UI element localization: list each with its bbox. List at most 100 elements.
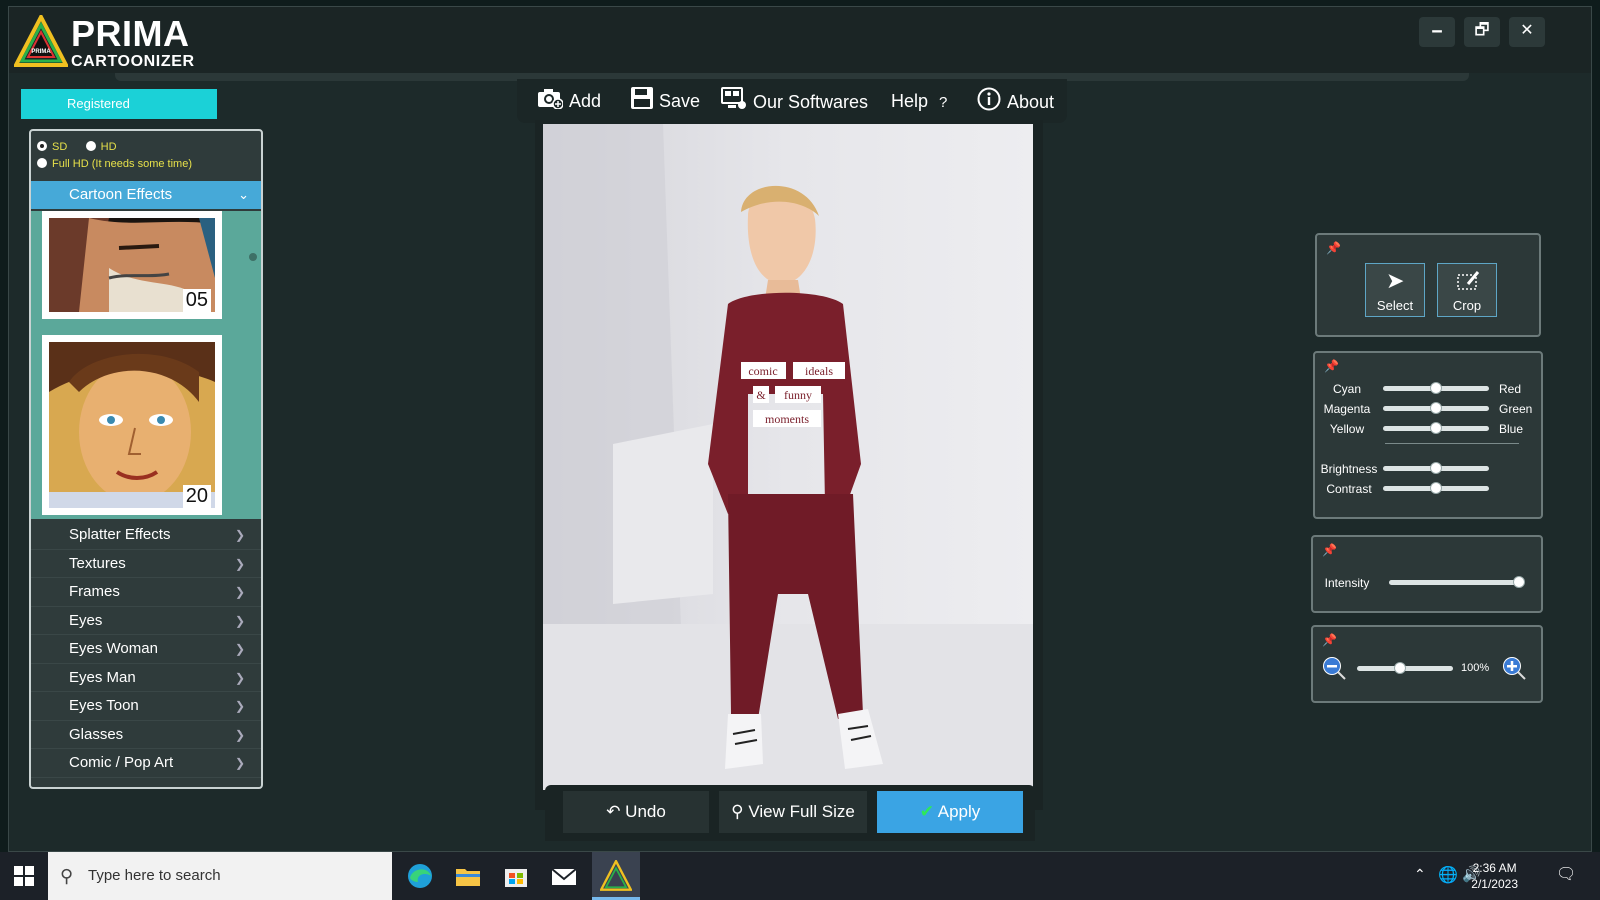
- sd-label: SD: [52, 141, 68, 153]
- add-button[interactable]: Add: [537, 87, 601, 117]
- color-balance-slider[interactable]: [1383, 382, 1489, 394]
- intensity-panel: 📌 Intensity: [1311, 535, 1543, 613]
- chevron-right-icon: ❯: [234, 556, 245, 571]
- color-slider-row: Cyan Red: [1315, 379, 1541, 399]
- intensity-label: Intensity: [1324, 576, 1370, 590]
- category-item[interactable]: Eyes Toon ❯: [31, 692, 261, 721]
- effect-preview-image: 20: [49, 342, 215, 508]
- tools-panel: 📌 ➤ Select Crop: [1315, 233, 1541, 337]
- mail-icon[interactable]: [548, 860, 580, 892]
- our-softwares-button[interactable]: Our Softwares: [721, 87, 868, 119]
- color-balance-slider[interactable]: [1383, 402, 1489, 414]
- undo-label: Undo: [625, 802, 666, 821]
- hd-radio[interactable]: [85, 141, 96, 151]
- tone-slider[interactable]: [1383, 482, 1489, 494]
- category-item[interactable]: Comic / Pop Art ❯: [31, 749, 261, 778]
- category-item[interactable]: Textures ❯: [31, 549, 261, 578]
- color-balance-slider[interactable]: [1383, 422, 1489, 434]
- about-button[interactable]: About: [977, 87, 1054, 119]
- chevron-right-icon: ❯: [234, 670, 245, 685]
- effect-thumb-20[interactable]: 20: [42, 335, 222, 515]
- slider-knob[interactable]: [1513, 576, 1525, 588]
- zoom-in-icon[interactable]: [1501, 655, 1527, 684]
- search-icon: ⚲: [60, 866, 74, 886]
- category-item-label: Eyes: [69, 611, 103, 629]
- category-item[interactable]: Splatter Effects ❯: [31, 521, 261, 550]
- undo-icon: ↶: [606, 802, 621, 821]
- tone-slider-row: Contrast: [1315, 479, 1541, 499]
- network-globe-icon[interactable]: 🌐: [1438, 865, 1458, 885]
- photo-canvas[interactable]: comic ideals & funny moments: [543, 124, 1033, 790]
- main-toolbar: Add Save Our Softwares Help ? About: [517, 79, 1067, 123]
- microsoft-store-icon[interactable]: [500, 860, 532, 892]
- crop-tool-button[interactable]: Crop: [1437, 263, 1497, 317]
- slider-knob[interactable]: [1430, 482, 1442, 494]
- app-window: PRIMA PRIMA CARTOONIZER 🗕 🗗 ✕ Registered…: [8, 6, 1592, 852]
- close-button[interactable]: ✕: [1509, 17, 1545, 47]
- category-item[interactable]: Glasses ❯: [31, 720, 261, 749]
- category-label: Cartoon Effects: [69, 186, 173, 203]
- chevron-right-icon: ❯: [234, 613, 245, 628]
- tone-slider-label: Contrast: [1326, 482, 1372, 496]
- fullhd-radio[interactable]: [37, 158, 47, 168]
- sd-radio[interactable]: [37, 141, 47, 151]
- edge-browser-icon[interactable]: [404, 860, 436, 892]
- clock-date: 2/1/2023: [1471, 877, 1518, 891]
- view-full-size-button[interactable]: ⚲ View Full Size: [719, 791, 867, 833]
- fullhd-label: Full HD (It needs some time): [52, 158, 192, 170]
- zoom-slider[interactable]: [1357, 662, 1453, 674]
- notification-icon[interactable]: 🗨: [1556, 864, 1576, 884]
- panel-divider: [1385, 443, 1519, 444]
- pin-icon[interactable]: 📌: [1324, 359, 1339, 373]
- save-label: Save: [659, 91, 701, 111]
- tone-slider[interactable]: [1383, 462, 1489, 474]
- checkmark-icon: ✔: [919, 802, 934, 821]
- slider-knob[interactable]: [1430, 402, 1442, 414]
- title-bar: PRIMA PRIMA CARTOONIZER 🗕 🗗 ✕: [9, 7, 1591, 73]
- category-item-label: Eyes Toon: [69, 697, 139, 714]
- help-button[interactable]: Help ?: [891, 87, 947, 117]
- intensity-slider[interactable]: [1389, 576, 1525, 588]
- select-tool-button[interactable]: ➤ Select: [1365, 263, 1425, 317]
- zoom-out-icon[interactable]: [1321, 655, 1347, 684]
- chevron-right-icon: ❯: [234, 528, 245, 542]
- minimize-button[interactable]: 🗕: [1419, 17, 1455, 47]
- action-bar: ↶ Undo ⚲ View Full Size ✔ Apply: [545, 785, 1035, 841]
- tray-chevron-up-icon[interactable]: ⌃: [1414, 866, 1426, 883]
- effect-number: 20: [182, 485, 211, 508]
- slider-knob[interactable]: [1394, 662, 1407, 674]
- category-item[interactable]: Eyes ❯: [31, 606, 261, 635]
- logo-title: PRIMA: [71, 13, 190, 54]
- category-item[interactable]: Eyes Woman ❯: [31, 635, 261, 664]
- effect-thumb-05[interactable]: 05: [42, 211, 222, 319]
- save-button[interactable]: Save: [631, 87, 700, 117]
- pin-icon[interactable]: 📌: [1322, 543, 1337, 557]
- taskbar-search[interactable]: ⚲ Type here to search: [48, 852, 392, 900]
- our-softwares-label: Our Softwares: [753, 91, 869, 112]
- pin-icon[interactable]: 📌: [1326, 241, 1341, 255]
- file-explorer-icon[interactable]: [452, 860, 484, 892]
- windows-start-icon[interactable]: [14, 866, 34, 891]
- slider-knob[interactable]: [1430, 382, 1442, 394]
- undo-button[interactable]: ↶ Undo: [563, 791, 709, 833]
- intensity-slider-row: Intensity: [1313, 573, 1541, 593]
- chevron-right-icon: ❯: [234, 756, 245, 770]
- category-item-label: Glasses: [69, 725, 124, 743]
- help-question-icon: ?: [939, 94, 948, 111]
- about-label: About: [1007, 91, 1055, 112]
- pin-icon[interactable]: 📌: [1322, 633, 1337, 647]
- gallery-scrollbar[interactable]: [249, 253, 257, 261]
- clock[interactable]: 2:36 AM 2/1/2023: [1471, 860, 1518, 892]
- prima-cartoonizer-taskbar-icon[interactable]: [592, 852, 640, 900]
- slider-knob[interactable]: [1430, 422, 1442, 434]
- category-item[interactable]: Eyes Man ❯: [31, 663, 261, 692]
- apply-button[interactable]: ✔ Apply: [877, 791, 1023, 833]
- restore-button[interactable]: 🗗: [1464, 17, 1500, 47]
- category-cartoon-effects[interactable]: Cartoon Effects ⌄: [31, 181, 261, 209]
- chevron-right-icon: ❯: [234, 699, 245, 713]
- color-slider-right-label: Green: [1499, 402, 1533, 416]
- slider-knob[interactable]: [1430, 462, 1442, 474]
- category-item[interactable]: Frames ❯: [31, 578, 261, 607]
- shirt-text-5: moments: [765, 412, 809, 426]
- floppy-disk-icon: [631, 87, 653, 117]
